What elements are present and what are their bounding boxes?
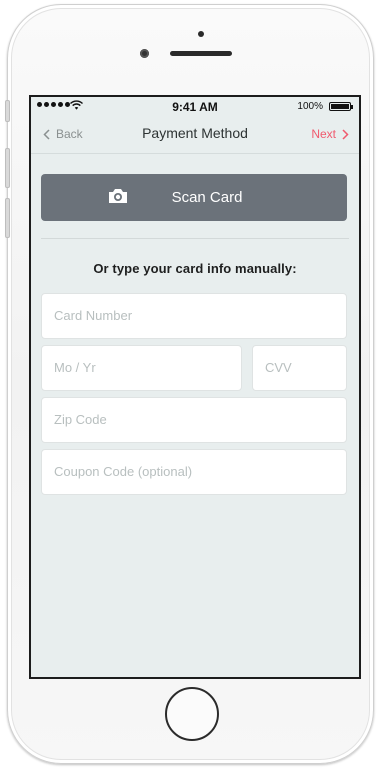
stage: 9:41 AM 100% Back Payment Method Next Sc… bbox=[0, 0, 379, 768]
volume-up-button bbox=[5, 148, 10, 188]
volume-down-button bbox=[5, 198, 10, 238]
battery-icon bbox=[329, 102, 353, 111]
phone-screen: 9:41 AM 100% Back Payment Method Next Sc… bbox=[29, 95, 361, 679]
zip-code-placeholder: Zip Code bbox=[54, 412, 107, 427]
divider bbox=[41, 238, 349, 239]
coupon-code-placeholder: Coupon Code (optional) bbox=[54, 464, 193, 479]
earpiece-speaker bbox=[170, 51, 232, 56]
card-number-placeholder: Card Number bbox=[54, 308, 133, 323]
next-button[interactable]: Next bbox=[311, 127, 349, 141]
cvv-field[interactable]: CVV bbox=[252, 345, 347, 391]
proximity-sensor bbox=[198, 31, 204, 37]
battery-percentage: 100% bbox=[297, 101, 323, 112]
expiry-placeholder: Mo / Yr bbox=[54, 360, 96, 375]
navigation-bar: Back Payment Method Next bbox=[31, 117, 359, 154]
zip-code-field[interactable]: Zip Code bbox=[41, 397, 347, 443]
coupon-code-field[interactable]: Coupon Code (optional) bbox=[41, 449, 347, 495]
cvv-placeholder: CVV bbox=[265, 360, 292, 375]
page-title: Payment Method bbox=[142, 125, 248, 141]
scan-card-label: Scan Card bbox=[171, 189, 243, 206]
next-label: Next bbox=[311, 127, 336, 141]
home-button[interactable] bbox=[165, 687, 219, 741]
mute-switch bbox=[5, 100, 10, 122]
chevron-right-icon bbox=[342, 128, 349, 140]
front-camera bbox=[140, 49, 149, 58]
scan-card-button[interactable]: Scan Card bbox=[41, 174, 347, 221]
manual-entry-heading: Or type your card info manually: bbox=[93, 261, 297, 276]
card-number-field[interactable]: Card Number bbox=[41, 293, 347, 339]
status-bar: 9:41 AM 100% bbox=[31, 97, 359, 117]
expiry-field[interactable]: Mo / Yr bbox=[41, 345, 242, 391]
